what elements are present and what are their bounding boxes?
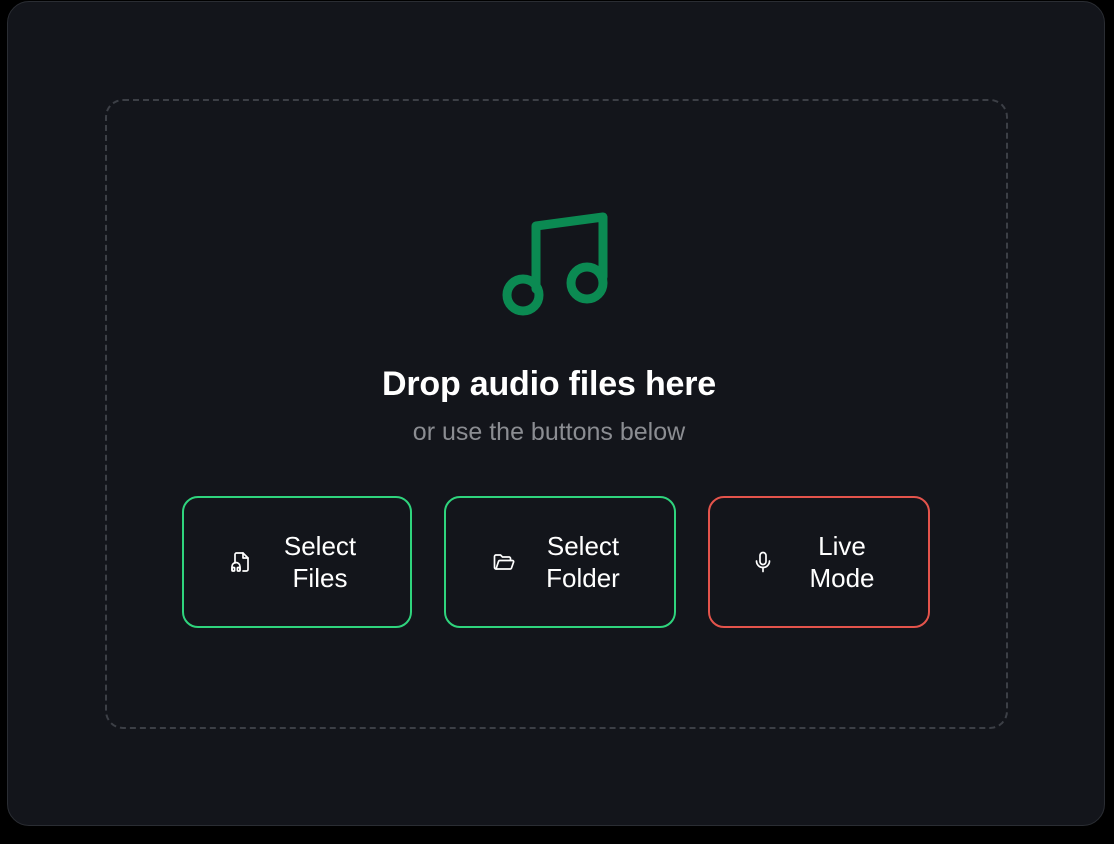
dropzone-title: Drop audio files here: [382, 365, 716, 403]
app-window: [7, 1, 1105, 826]
folder-open-icon: [493, 554, 515, 570]
dropzone-subtitle: or use the buttons below: [412, 418, 686, 446]
audio-file-icon: [231, 552, 249, 572]
drop-zone[interactable]: [105, 99, 1008, 729]
microphone-icon: [755, 551, 771, 573]
select-folder-label: Select Folder: [546, 531, 620, 593]
live-mode-button[interactable]: Live Mode: [708, 496, 930, 628]
select-files-label: Select Files: [283, 531, 357, 593]
select-folder-button[interactable]: Select Folder: [444, 496, 676, 628]
select-files-button[interactable]: Select Files: [182, 496, 412, 628]
music-note-icon: [502, 212, 608, 316]
live-mode-label: Live Mode: [809, 531, 875, 593]
